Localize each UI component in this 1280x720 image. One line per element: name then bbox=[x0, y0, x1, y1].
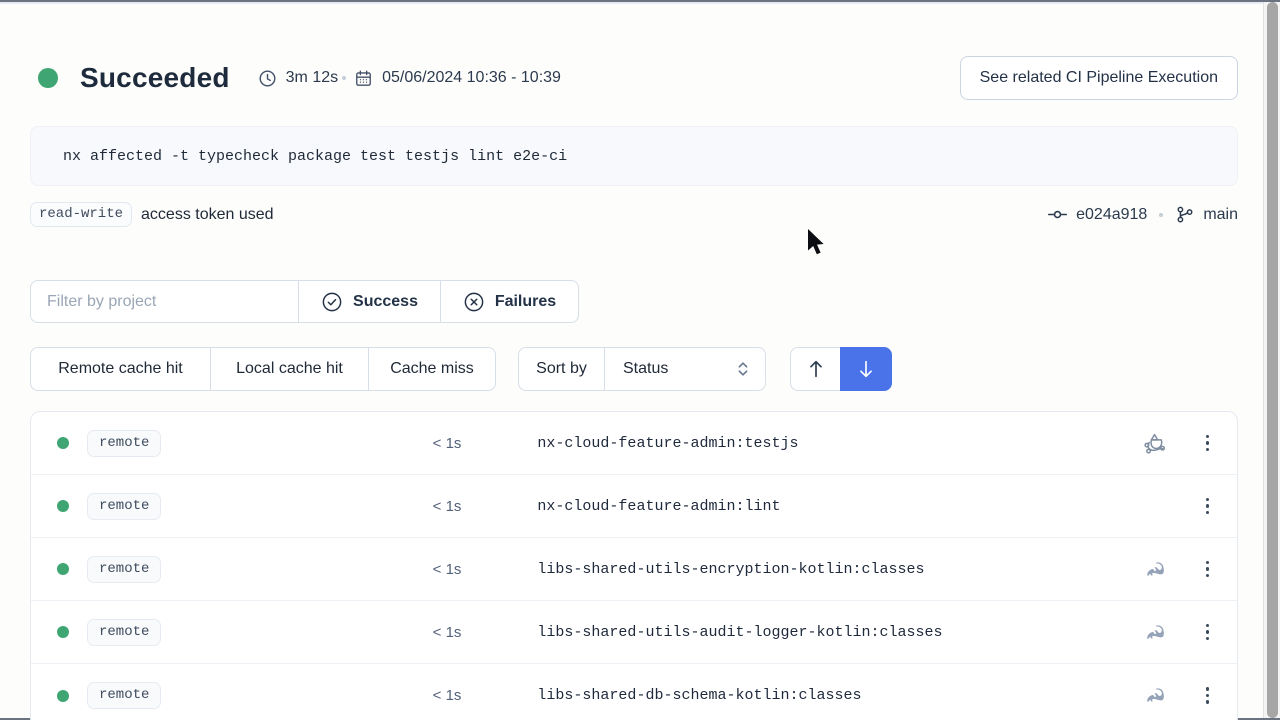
date-range-text: 05/06/2024 10:36 - 10:39 bbox=[382, 69, 561, 87]
calendar-icon bbox=[354, 69, 373, 88]
branch-name[interactable]: main bbox=[1203, 206, 1238, 224]
row-menu-button[interactable] bbox=[1200, 494, 1216, 519]
task-row[interactable]: remote < 1s nx-cloud-feature-admin:testj… bbox=[31, 412, 1237, 475]
task-duration: < 1s bbox=[161, 498, 461, 515]
duration-text: 3m 12s bbox=[286, 69, 338, 87]
duration-meta: 3m 12s bbox=[258, 69, 338, 88]
task-list: remote < 1s nx-cloud-feature-admin:testj… bbox=[30, 411, 1238, 720]
jest-icon bbox=[1142, 430, 1168, 456]
task-row-actions bbox=[1142, 556, 1216, 582]
dot-separator bbox=[342, 76, 346, 80]
task-duration: < 1s bbox=[161, 624, 461, 641]
task-row-actions bbox=[1142, 683, 1216, 709]
row-menu-button[interactable] bbox=[1200, 431, 1216, 456]
arrow-down-icon bbox=[856, 358, 876, 380]
row-menu-button[interactable] bbox=[1200, 683, 1216, 708]
x-circle-icon bbox=[463, 291, 485, 313]
sort-by-label: Sort by bbox=[518, 347, 604, 391]
local-cache-hit-button[interactable]: Local cache hit bbox=[210, 347, 368, 391]
related-pipeline-button[interactable]: See related CI Pipeline Execution bbox=[960, 56, 1238, 100]
command-box: nx affected -t typecheck package test te… bbox=[30, 126, 1238, 186]
access-token-badge: read-write bbox=[30, 202, 132, 227]
cache-source-badge: remote bbox=[87, 619, 161, 646]
access-token-text: access token used bbox=[141, 206, 274, 224]
toolbar-row: Remote cache hit Local cache hit Cache m… bbox=[30, 347, 1238, 391]
sort-select-value: Status bbox=[623, 360, 668, 378]
task-row[interactable]: remote < 1s nx-cloud-feature-admin:lint bbox=[31, 475, 1237, 538]
cache-source-badge: remote bbox=[87, 430, 161, 457]
status-dot bbox=[38, 68, 58, 88]
date-meta: 05/06/2024 10:36 - 10:39 bbox=[354, 69, 561, 88]
task-row[interactable]: remote < 1s libs-shared-db-schema-kotlin… bbox=[31, 664, 1237, 720]
task-duration: < 1s bbox=[161, 435, 461, 452]
task-status-dot bbox=[57, 563, 69, 575]
task-name[interactable]: libs-shared-utils-audit-logger-kotlin:cl… bbox=[537, 624, 942, 641]
task-row-actions bbox=[1142, 493, 1216, 519]
sort-descending-button[interactable] bbox=[840, 347, 892, 391]
task-duration: < 1s bbox=[161, 561, 461, 578]
task-name[interactable]: nx-cloud-feature-admin:lint bbox=[537, 498, 780, 515]
cache-source-badge: remote bbox=[87, 493, 161, 520]
row-menu-button[interactable] bbox=[1200, 557, 1216, 582]
task-name[interactable]: libs-shared-db-schema-kotlin:classes bbox=[537, 687, 861, 704]
sort-select[interactable]: Status bbox=[604, 347, 766, 391]
chevron-updown-icon bbox=[735, 360, 751, 378]
cache-miss-button[interactable]: Cache miss bbox=[368, 347, 496, 391]
run-header: Succeeded 3m 12s 05/06/2024 10:36 - 10:3… bbox=[30, 54, 1238, 102]
task-status-dot bbox=[57, 626, 69, 638]
page-content: Succeeded 3m 12s 05/06/2024 10:36 - 10:3… bbox=[30, 54, 1238, 720]
scrollbar-thumb[interactable] bbox=[1267, 2, 1278, 718]
task-duration: < 1s bbox=[161, 687, 461, 704]
commit-icon bbox=[1047, 204, 1068, 225]
dot-separator bbox=[1159, 213, 1163, 217]
task-status-dot bbox=[57, 500, 69, 512]
gradle-icon bbox=[1142, 556, 1168, 582]
task-row-actions bbox=[1142, 430, 1216, 456]
task-name[interactable]: nx-cloud-feature-admin:testjs bbox=[537, 435, 798, 452]
sort-group: Sort by Status bbox=[518, 347, 766, 391]
cache-source-badge: remote bbox=[87, 556, 161, 583]
failures-filter-button[interactable]: Failures bbox=[440, 280, 579, 323]
sort-direction-group bbox=[790, 347, 892, 391]
cache-source-badge: remote bbox=[87, 682, 161, 709]
page-title: Succeeded bbox=[80, 62, 230, 94]
row-menu-button[interactable] bbox=[1200, 620, 1216, 645]
task-status-dot bbox=[57, 690, 69, 702]
success-filter-button[interactable]: Success bbox=[298, 280, 440, 323]
task-row[interactable]: remote < 1s libs-shared-utils-audit-logg… bbox=[31, 601, 1237, 664]
vcs-info: e024a918 main bbox=[1047, 204, 1238, 225]
branch-icon bbox=[1175, 205, 1195, 225]
task-name[interactable]: libs-shared-utils-encryption-kotlin:clas… bbox=[537, 561, 924, 578]
gradle-icon bbox=[1142, 683, 1168, 709]
failures-filter-label: Failures bbox=[495, 293, 556, 311]
remote-cache-hit-button[interactable]: Remote cache hit bbox=[30, 347, 210, 391]
command-text: nx affected -t typecheck package test te… bbox=[63, 148, 567, 165]
cache-filter-group: Remote cache hit Local cache hit Cache m… bbox=[30, 347, 496, 391]
filter-row: Success Failures bbox=[30, 280, 1238, 323]
project-filter-input[interactable] bbox=[30, 280, 298, 323]
task-row[interactable]: remote < 1s libs-shared-utils-encryption… bbox=[31, 538, 1237, 601]
arrow-up-icon bbox=[806, 358, 826, 380]
clock-icon bbox=[258, 69, 277, 88]
tool-icon-empty bbox=[1142, 493, 1168, 519]
token-row: read-write access token used e024a918 ma… bbox=[30, 202, 1238, 227]
scrollbar-track[interactable] bbox=[1263, 2, 1280, 718]
check-circle-icon bbox=[321, 291, 343, 313]
commit-hash[interactable]: e024a918 bbox=[1076, 206, 1147, 224]
task-row-actions bbox=[1142, 619, 1216, 645]
gradle-icon bbox=[1142, 619, 1168, 645]
task-status-dot bbox=[57, 437, 69, 449]
success-filter-label: Success bbox=[353, 293, 418, 311]
sort-ascending-button[interactable] bbox=[790, 347, 840, 391]
top-accent-line bbox=[0, 2, 1280, 4]
